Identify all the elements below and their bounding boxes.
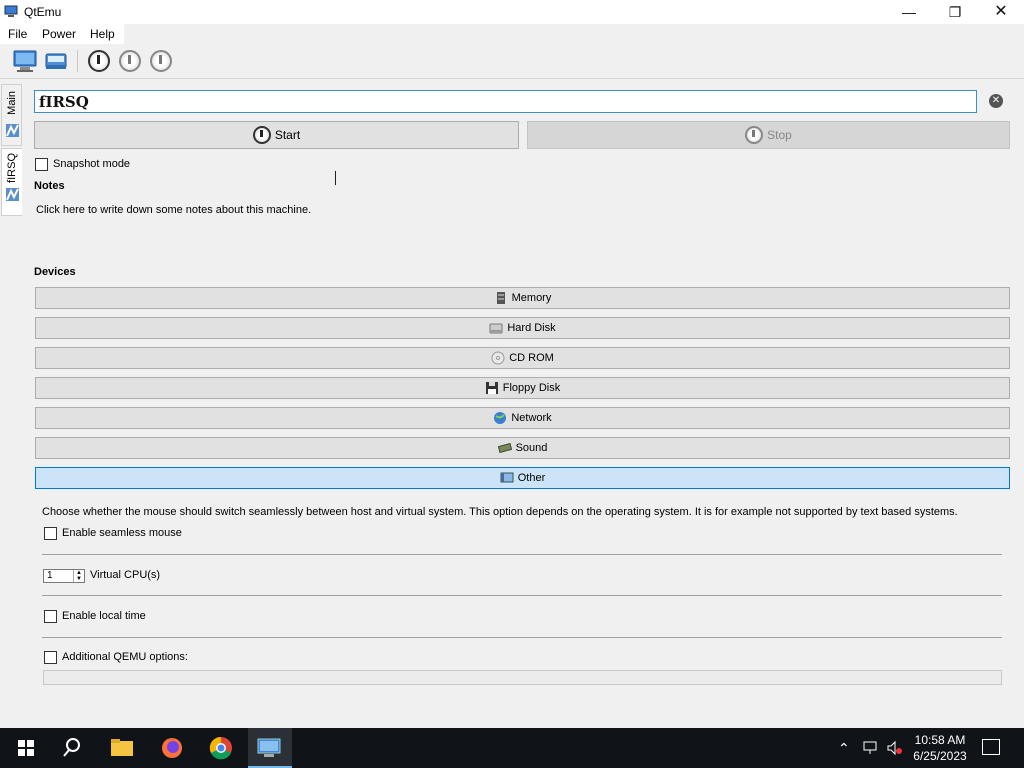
new-machine-icon[interactable] xyxy=(12,48,38,74)
firefox-icon[interactable] xyxy=(158,734,186,762)
tab-main[interactable]: Main xyxy=(1,84,22,146)
hard-disk-icon xyxy=(489,323,503,334)
start-icon[interactable] xyxy=(86,48,112,74)
divider xyxy=(42,595,1002,596)
qemu-options-checkbox[interactable] xyxy=(44,651,57,664)
restart-icon[interactable] xyxy=(148,48,174,74)
device-memory-label: Memory xyxy=(511,292,552,304)
taskbar-clock[interactable]: 10:58 AM 6/25/2023 xyxy=(910,732,970,764)
text-cursor-icon xyxy=(335,171,338,185)
divider xyxy=(42,554,1002,555)
start-button[interactable]: Start xyxy=(34,121,519,149)
sound-icon xyxy=(497,442,512,454)
cdrom-icon xyxy=(491,351,505,365)
notes-field[interactable]: Click here to write down some notes abou… xyxy=(36,204,311,216)
toolbar xyxy=(0,44,1024,79)
tab-main-label: Main xyxy=(6,91,18,115)
qemu-options-input[interactable] xyxy=(43,670,1002,685)
seamless-mouse-checkbox[interactable] xyxy=(44,527,57,540)
device-memory-button[interactable]: Memory xyxy=(35,287,1010,309)
qemu-options-label: Additional QEMU options: xyxy=(62,651,188,663)
menu-help[interactable]: Help xyxy=(90,27,115,41)
notes-heading: Notes xyxy=(34,180,65,192)
volume-muted-icon[interactable] xyxy=(886,740,902,756)
device-network-button[interactable]: Network xyxy=(35,407,1010,429)
menu-file[interactable]: File xyxy=(8,27,27,41)
tray-overflow-icon[interactable]: ⌃ xyxy=(838,740,850,757)
memory-icon xyxy=(496,292,505,304)
window-title: QtEmu xyxy=(24,5,62,19)
seamless-mouse-label: Enable seamless mouse xyxy=(62,527,182,539)
device-cdrom-label: CD ROM xyxy=(509,352,554,364)
devices-heading: Devices xyxy=(34,266,76,278)
power-icon xyxy=(252,126,271,144)
other-icon xyxy=(500,472,514,483)
open-machine-icon[interactable] xyxy=(43,48,69,74)
menu-bar: File Power Help xyxy=(0,24,124,44)
device-floppy-button[interactable]: Floppy Disk xyxy=(35,377,1010,399)
tab-firsq[interactable]: fIRSQ xyxy=(1,148,22,216)
device-hard-disk-button[interactable]: Hard Disk xyxy=(35,317,1010,339)
virtual-cpu-label: Virtual CPU(s) xyxy=(90,569,161,581)
device-other-button[interactable]: Other xyxy=(35,467,1010,489)
device-sound-label: Sound xyxy=(515,442,548,454)
windows-start-icon[interactable] xyxy=(12,734,40,762)
chrome-icon[interactable] xyxy=(207,734,235,762)
local-time-checkbox[interactable] xyxy=(44,610,57,623)
seamless-mouse-description: Choose whether the mouse should switch s… xyxy=(42,506,958,518)
machine-panel: ✕ Start Stop Snapshot mode Notes Click h… xyxy=(23,80,1024,706)
floppy-icon xyxy=(485,382,498,394)
machine-name-input[interactable] xyxy=(34,90,977,113)
title-bar: QtEmu — ❐ ✕ xyxy=(0,0,1024,24)
machine-icon xyxy=(6,124,19,137)
stop-button[interactable]: Stop xyxy=(527,121,1010,149)
qtemu-app-icon xyxy=(4,5,18,17)
qtemu-taskbar-icon[interactable] xyxy=(255,734,283,762)
file-explorer-icon[interactable] xyxy=(108,734,136,762)
device-floppy-label: Floppy Disk xyxy=(502,382,561,394)
clock-time: 10:58 AM xyxy=(914,733,966,747)
tab-firsq-label: fIRSQ xyxy=(6,153,18,183)
device-cdrom-button[interactable]: CD ROM xyxy=(35,347,1010,369)
device-other-label: Other xyxy=(517,472,546,484)
menu-power[interactable]: Power xyxy=(42,27,76,41)
close-button[interactable]: ✕ xyxy=(978,0,1024,24)
device-hard-disk-label: Hard Disk xyxy=(507,322,556,334)
virtual-cpu-value: 1 xyxy=(47,570,53,581)
machine-tabs: Main fIRSQ xyxy=(0,80,23,710)
snapshot-mode-checkbox[interactable] xyxy=(35,158,48,171)
stop-icon[interactable] xyxy=(117,48,143,74)
device-sound-button[interactable]: Sound xyxy=(35,437,1010,459)
network-status-icon[interactable] xyxy=(862,740,878,756)
snapshot-mode-label: Snapshot mode xyxy=(53,158,131,170)
clock-date: 6/25/2023 xyxy=(913,749,967,763)
network-icon xyxy=(494,412,507,424)
virtual-cpu-spinbox[interactable]: 1 ▲ ▼ xyxy=(43,569,85,583)
start-button-label: Start xyxy=(274,128,301,142)
power-icon xyxy=(745,126,764,144)
maximize-button[interactable]: ❐ xyxy=(932,0,978,24)
machine-icon xyxy=(6,188,19,201)
taskbar: ⌃ 10:58 AM 6/25/2023 xyxy=(0,728,1024,768)
notifications-icon[interactable] xyxy=(982,739,1000,755)
toolbar-separator xyxy=(77,50,78,72)
local-time-label: Enable local time xyxy=(62,610,146,622)
device-network-label: Network xyxy=(511,412,552,424)
stop-button-label: Stop xyxy=(767,128,792,142)
spin-arrows-icon[interactable]: ▲ ▼ xyxy=(73,570,84,582)
divider xyxy=(42,637,1002,638)
search-icon[interactable] xyxy=(58,734,86,762)
minimize-button[interactable]: — xyxy=(886,0,932,24)
clear-icon[interactable]: ✕ xyxy=(989,94,1003,108)
